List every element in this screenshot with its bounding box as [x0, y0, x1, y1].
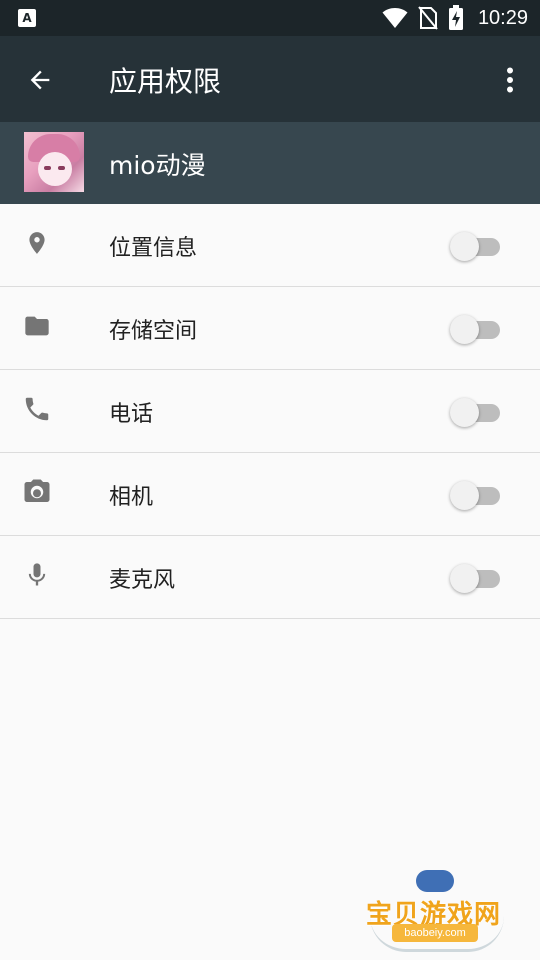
- phone-icon: [20, 392, 54, 426]
- permission-row-camera[interactable]: 相机: [0, 453, 540, 536]
- more-vert-icon: [507, 67, 513, 93]
- permission-toggle-storage[interactable]: [450, 312, 500, 344]
- location-icon: [20, 226, 54, 260]
- back-button[interactable]: [18, 58, 62, 102]
- notification-a-icon: A: [18, 9, 36, 27]
- no-sim-icon: [418, 6, 438, 30]
- watermark-url: baobeiy.com: [392, 924, 478, 942]
- camera-icon: [20, 475, 54, 509]
- folder-icon: [20, 309, 54, 343]
- permission-label: 相机: [109, 485, 154, 510]
- permission-row-location[interactable]: 位置信息: [0, 204, 540, 287]
- app-icon: [24, 132, 84, 192]
- permission-row-storage[interactable]: 存储空间: [0, 287, 540, 370]
- microphone-icon: [20, 558, 54, 592]
- permission-toggle-phone[interactable]: [450, 395, 500, 427]
- permission-row-phone[interactable]: 电话: [0, 370, 540, 453]
- wifi-icon: [382, 8, 408, 28]
- arrow-back-icon: [30, 70, 50, 90]
- switch-thumb: [450, 481, 479, 510]
- permission-toggle-microphone[interactable]: [450, 561, 500, 593]
- status-icons: 10:29: [382, 0, 528, 36]
- app-name: mio动漫: [109, 151, 206, 180]
- permission-label: 麦克风: [109, 568, 176, 593]
- app-bar: 应用权限: [0, 36, 540, 122]
- switch-thumb: [450, 564, 479, 593]
- status-bar: A 10:29: [0, 0, 540, 36]
- permission-label: 位置信息: [109, 236, 198, 261]
- switch-thumb: [450, 398, 479, 427]
- permission-label: 存储空间: [109, 319, 198, 344]
- page-title: 应用权限: [109, 65, 222, 98]
- app-info-header: mio动漫: [0, 122, 540, 204]
- permission-label: 电话: [109, 402, 154, 427]
- permission-list: 位置信息 存储空间 电话 相机 麦克风: [0, 204, 540, 619]
- switch-thumb: [450, 232, 479, 261]
- switch-thumb: [450, 315, 479, 344]
- watermark-logo: 宝贝游戏网 baobeiy.com: [362, 868, 512, 954]
- more-options-button[interactable]: [496, 58, 524, 102]
- permission-toggle-location[interactable]: [450, 229, 500, 261]
- gamepad-icon: [416, 870, 454, 892]
- status-time: 10:29: [477, 6, 528, 29]
- permission-row-microphone[interactable]: 麦克风: [0, 536, 540, 619]
- permission-toggle-camera[interactable]: [450, 478, 500, 510]
- battery-charging-icon: [448, 5, 463, 30]
